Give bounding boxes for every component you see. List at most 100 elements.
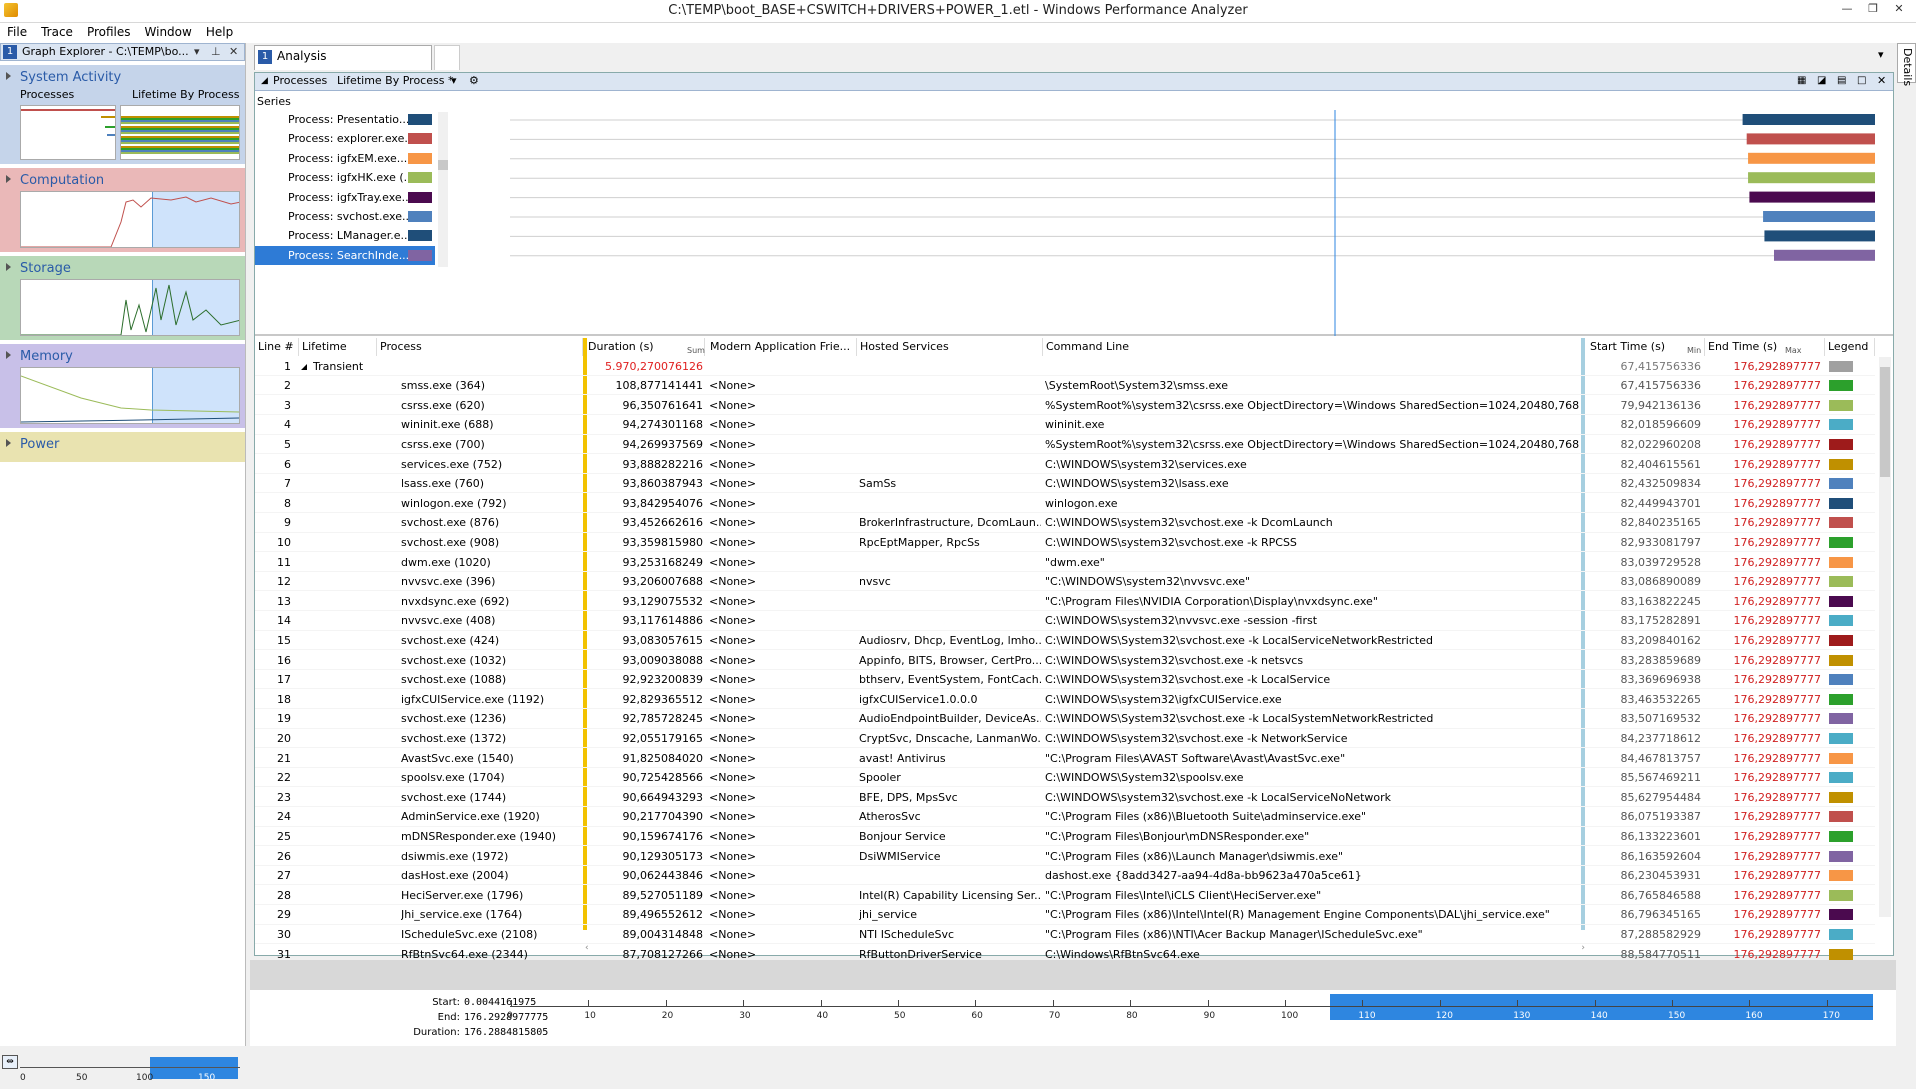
command-line-cell: "dwm.exe" [1045,555,1105,569]
section-system-activity[interactable]: System Activity Processes Lifetime By Pr… [0,65,245,164]
start-time-cell: 86,163592604 [1620,849,1701,863]
table-row[interactable]: 23 svchost.exe (1744) 90,664943293 <None> BF… [255,788,1875,807]
table-row[interactable]: 21 AvastSvc.exe (1540) 91,825084020 <None> a… [255,749,1875,768]
table-row[interactable]: 20 svchost.exe (1372) 92,055179165 <None> Cr… [255,729,1875,749]
collapse-icon[interactable]: ◢ [261,73,268,89]
table-row[interactable]: 10 svchost.exe (908) 93,359815980 <None> Rpc… [255,533,1875,553]
table-row[interactable]: 30 IScheduleSvc.exe (2108) 89,004314848 <No… [255,925,1875,945]
dropdown-icon[interactable]: ▾ [194,44,200,60]
restore-button[interactable]: ❐ [1864,2,1882,18]
graph-only-icon[interactable]: ◪ [1817,73,1826,89]
table-row[interactable]: 4 wininit.exe (688) 94,274301168 <None> wini… [255,415,1875,435]
table-row[interactable]: 15 svchost.exe (424) 93,083057615 <None> Aud… [255,631,1875,651]
column-header-cmd[interactable]: Command Line [1043,338,1583,356]
expand-icon[interactable] [6,351,11,359]
legend-swatch [1829,889,1853,901]
graph-table-icon[interactable]: ▦ [1797,73,1806,89]
table-row[interactable]: 8 winlogon.exe (792) 93,842954076 <None> win… [255,494,1875,513]
tab-analysis[interactable]: 1 Analysis [254,45,432,70]
table-only-icon[interactable]: ▤ [1837,73,1846,89]
expand-icon[interactable] [6,72,11,80]
section-title: Computation [20,173,105,188]
table-row[interactable]: 19 svchost.exe (1236) 92,785728245 <None> Au… [255,709,1875,729]
section-power[interactable]: Power [0,432,245,462]
table-row[interactable]: 28 HeciServer.exe (1796) 89,527051189 <None… [255,886,1875,905]
section-memory[interactable]: Memory [0,344,245,428]
expand-icon[interactable] [6,263,11,271]
table-row[interactable]: 5 csrss.exe (700) 94,269937569 <None> %Syste… [255,435,1875,455]
section-storage[interactable]: Storage [0,256,245,340]
menu-trace[interactable]: Trace [34,23,80,39]
close-panel-icon[interactable]: ✕ [1877,73,1886,89]
table-scrollbar[interactable] [1879,357,1891,917]
table-row[interactable]: 22 spoolsv.exe (1704) 90,725428566 <None> Sp… [255,768,1875,788]
tick-mark [1439,1000,1441,1006]
details-sidebar[interactable]: Details [1897,43,1916,86]
tab-overflow-icon[interactable]: ▾ [1878,48,1884,61]
column-header-hosted[interactable]: Hosted Services [857,338,1043,356]
table-row[interactable]: 6 services.exe (752) 93,888282216 <None> C:\… [255,455,1875,474]
processes-thumbnail[interactable] [20,105,116,160]
end-time-cell: 176,292897777 [1733,536,1821,549]
lifetime-thumbnail[interactable] [120,105,240,160]
expand-icon[interactable] [6,175,11,183]
computation-thumbnail[interactable] [20,191,240,248]
process-table[interactable]: Line # Lifetime Process Duration (s) Modern … [255,338,1893,1023]
preset-dropdown-icon[interactable]: ▾ [451,73,457,89]
column-header-end[interactable]: End Time (s) [1705,338,1825,356]
left-tick: 0 [20,1073,26,1083]
modern-app-cell: <None> [709,771,757,785]
horizontal-scrollbar[interactable]: ‹ › [585,943,1585,953]
process-cell: dwm.exe (1020) [401,555,491,569]
new-tab-button[interactable] [434,45,460,70]
command-line-cell: "C:\Program Files\NVIDIA Corporation\Dis… [1045,594,1378,608]
table-row[interactable]: 27 dasHost.exe (2004) 90,062443846 <None> da… [255,866,1875,886]
column-header-line[interactable]: Line # [255,338,299,356]
storage-thumbnail[interactable] [20,279,240,336]
start-time-cell: 82,022960208 [1620,438,1701,451]
table-row[interactable]: 26 dsiwmis.exe (1972) 90,129305173 <None> Ds… [255,847,1875,866]
expand-group-icon[interactable]: ◢ [301,357,307,376]
column-header-legend[interactable]: Legend [1825,338,1875,356]
preset-dropdown[interactable]: Lifetime By Process * [337,73,453,89]
lifetime-chart[interactable]: Series Process: Presentatio... Process: e… [255,92,1893,336]
table-row[interactable]: 16 svchost.exe (1032) 93,009038088 <None> Ap… [255,651,1875,670]
table-row[interactable]: 29 Jhi_service.exe (1764) 89,496552612 <Non… [255,905,1875,925]
pin-icon[interactable]: ⊥ [211,44,221,60]
menu-help[interactable]: Help [199,23,240,39]
menu-window[interactable]: Window [138,23,199,39]
table-row[interactable]: 9 svchost.exe (876) 93,452662616 <None> Brok… [255,513,1875,533]
column-header-process[interactable]: Process [377,338,583,356]
menu-profiles[interactable]: Profiles [80,23,138,39]
table-row[interactable]: 25 mDNSResponder.exe (1940) 90,159674176 <N… [255,827,1875,847]
table-row[interactable]: 7 lsass.exe (760) 93,860387943 <None> SamSs C… [255,474,1875,494]
column-header-lifetime[interactable]: Lifetime [299,338,377,356]
table-row[interactable]: 18 igfxCUIService.exe (1192) 92,829365512 <… [255,690,1875,709]
table-row[interactable]: 14 nvvsvc.exe (408) 93,117614886 <None> C:\W… [255,611,1875,631]
table-row[interactable]: 17 svchost.exe (1088) 92,923200839 <None> bt… [255,670,1875,690]
table-row[interactable]: 12 nvvsvc.exe (396) 93,206007688 <None> nvsv… [255,572,1875,592]
close-icon[interactable]: ✕ [229,44,238,60]
menu-file[interactable]: File [0,23,34,39]
section-computation[interactable]: Computation [0,168,245,252]
line-number: 28 [277,888,291,902]
settings-icon[interactable]: ⚙ [469,73,479,89]
table-row[interactable]: 2 smss.exe (364) 108,877141441 <None> \Syste… [255,376,1875,396]
start-time-cell: 83,209840162 [1620,634,1701,647]
modern-app-cell: <None> [709,653,757,667]
end-time-cell: 176,292897777 [1733,398,1821,412]
table-row[interactable]: 13 nvxdsync.exe (692) 93,129075532 <None> "C… [255,592,1875,611]
memory-thumbnail[interactable] [20,367,240,424]
graph-explorer-timeline[interactable]: ⇹ 0 50 100 150 [0,1053,246,1089]
table-row[interactable]: 24 AdminService.exe (1920) 90,217704390 <No… [255,807,1875,827]
zoom-fit-icon[interactable]: ⇹ [2,1055,18,1069]
close-button[interactable]: ✕ [1890,2,1908,18]
maximize-icon[interactable]: □ [1857,73,1866,89]
column-header-modern[interactable]: Modern Application Frie... [707,338,857,356]
expand-icon[interactable] [6,439,11,447]
table-row[interactable]: 3 csrss.exe (620) 96,350761641 <None> %Syste… [255,396,1875,415]
group-row-transient[interactable]: 1 ◢ Transient 5.970,270076126 67,415756336 17… [255,357,1875,377]
minimize-button[interactable]: — [1838,2,1856,18]
table-row[interactable]: 11 dwm.exe (1020) 93,253168249 <None> "dwm.e… [255,553,1875,572]
graph-explorer-pane: 1 Graph Explorer - C:\TEMP\bo... ▾ ⊥ ✕ S… [0,43,246,1083]
